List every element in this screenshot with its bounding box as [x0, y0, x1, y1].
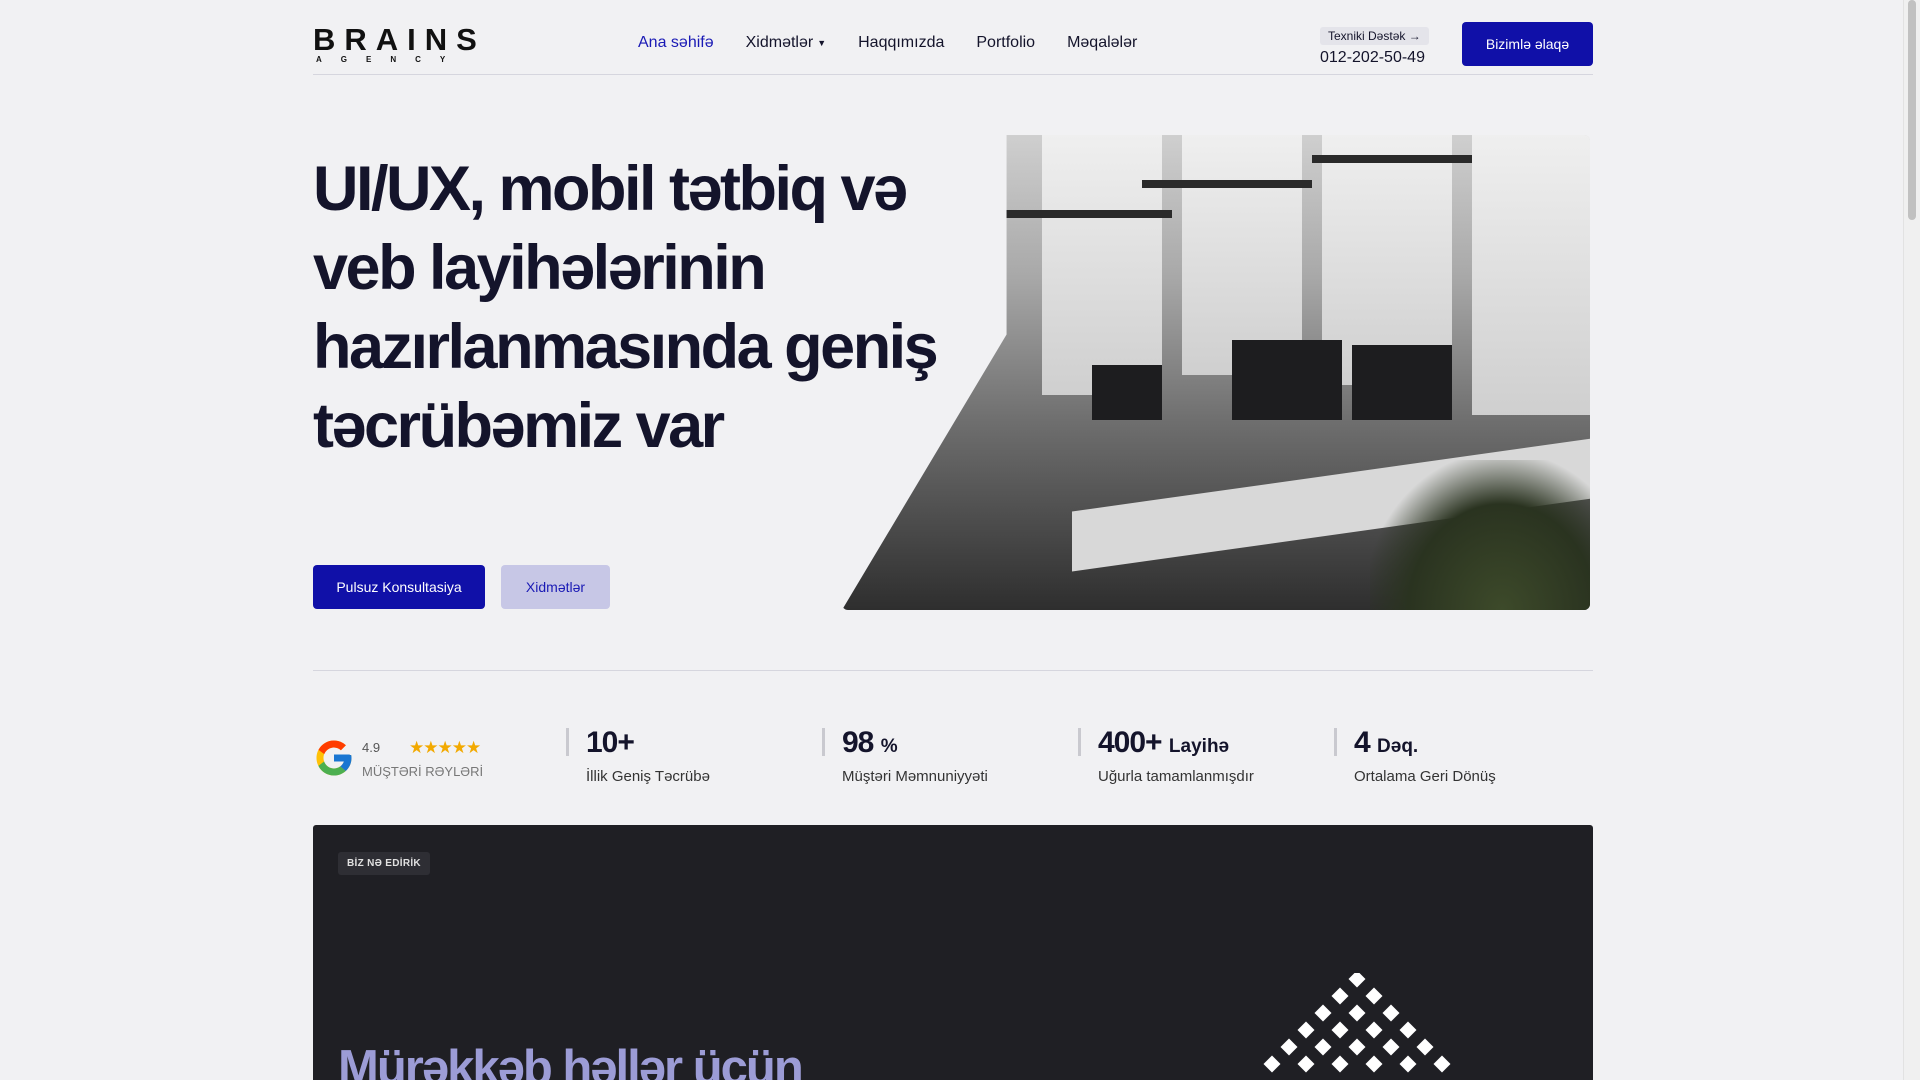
- stat-value: 98 %: [842, 726, 898, 759]
- rating-label: MÜŞTƏRİ RƏYLƏRİ: [362, 764, 484, 779]
- stat-label: Müştəri Məmnuniyyəti: [842, 768, 988, 785]
- hero-office-image: [842, 135, 1590, 610]
- rating-value: 4.9: [362, 740, 381, 755]
- page-scrollbar[interactable]: [1903, 0, 1920, 1080]
- nav-item-articles[interactable]: Məqalələr: [1067, 34, 1137, 52]
- chevron-down-icon: ▼: [817, 38, 827, 48]
- site-header: BRAINS AGENCY Ana səhifə Xidmətlər ▼ Haqq…: [313, 0, 1593, 75]
- nav-item-label: Xidmətlər: [745, 34, 814, 51]
- google-icon: [316, 740, 352, 776]
- star-rating-icon: ★★★★★: [409, 738, 481, 757]
- nav-item-home[interactable]: Ana səhifə: [638, 34, 714, 52]
- free-consultation-button[interactable]: Pulsuz Konsultasiya: [313, 565, 485, 609]
- section-divider: [313, 670, 1593, 671]
- logo-main-text: BRAINS: [313, 22, 486, 57]
- stat-value: 4 Dəq.: [1354, 726, 1419, 759]
- services-button[interactable]: Xidmətlər: [501, 565, 610, 609]
- what-we-do-section: BİZ NƏ EDİRİK Mürəkkəb həllər üçün: [313, 825, 1593, 1080]
- brand-logo[interactable]: BRAINS AGENCY: [313, 22, 486, 66]
- section-badge: BİZ NƏ EDİRİK: [338, 852, 430, 875]
- stat-experience: 10+ İllik Geniş Təcrübə: [566, 728, 710, 785]
- main-nav: Ana səhifə Xidmətlər ▼ Haqqımızda Portfol…: [638, 34, 1169, 52]
- logo-sub-text: AGENCY: [316, 55, 465, 64]
- stat-label: İllik Geniş Təcrübə: [586, 768, 710, 785]
- stats-bar: 4.9 ★★★★★ MÜŞTƏRİ RƏYLƏRİ 10+ İllik Geni…: [313, 728, 1593, 788]
- stat-label: Ortalama Geri Dönüş: [1354, 768, 1496, 785]
- stat-satisfaction: 98 % Müştəri Məmnuniyyəti: [822, 728, 988, 785]
- support-link[interactable]: Texniki Dəstək →: [1320, 27, 1429, 45]
- nav-item-label: Məqalələr: [1067, 34, 1138, 51]
- hero-title: UI/UX, mobil tətbiq və veb layihələrinin…: [313, 154, 939, 461]
- stat-value: 10+: [586, 726, 635, 759]
- nav-item-about[interactable]: Haqqımızda: [858, 34, 944, 52]
- stat-projects: 400+ Layihə Uğurla tamamlanmışdır: [1078, 728, 1254, 785]
- diamond-pattern-icon: [1263, 973, 1451, 1073]
- section-title: Mürəkkəb həllər üçün: [338, 1041, 804, 1080]
- scrollbar-thumb[interactable]: [1908, 0, 1916, 220]
- support-block: Texniki Dəstək → 012-202-50-49: [1320, 27, 1429, 67]
- nav-item-label: Ana səhifə: [638, 34, 714, 51]
- page: BRAINS AGENCY Ana səhifə Xidmətlər ▼ Haqq…: [0, 0, 1904, 1080]
- stat-value: 400+ Layihə: [1098, 726, 1230, 759]
- contact-button[interactable]: Bizimlə əlaqə: [1462, 22, 1593, 66]
- nav-item-services[interactable]: Xidmətlər ▼: [746, 34, 827, 52]
- stat-response-time: 4 Dəq. Ortalama Geri Dönüş: [1334, 728, 1496, 785]
- stat-label: Uğurla tamamlanmışdır: [1098, 768, 1254, 785]
- nav-item-label: Portfolio: [976, 34, 1036, 51]
- nav-item-portfolio[interactable]: Portfolio: [976, 34, 1035, 52]
- nav-item-label: Haqqımızda: [858, 34, 945, 51]
- support-phone[interactable]: 012-202-50-49: [1320, 49, 1429, 67]
